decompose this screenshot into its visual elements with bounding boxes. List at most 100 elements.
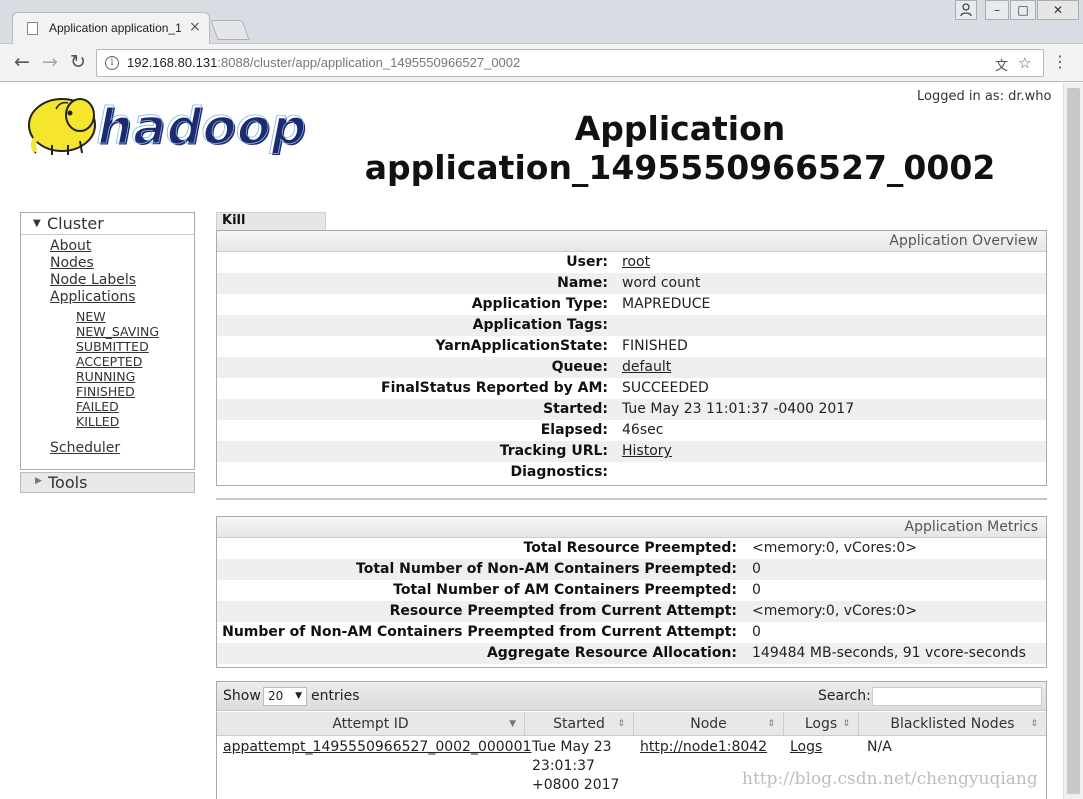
- row-value: MAPREDUCE: [622, 296, 711, 312]
- nav-state-finished[interactable]: FINISHED: [76, 384, 135, 399]
- info-icon[interactable]: i: [105, 56, 119, 70]
- overview-row-diagnostics: Diagnostics:: [217, 462, 1046, 483]
- page-title-line2: application_1495550966527_0002: [364, 148, 996, 187]
- row-key: Tracking URL:: [499, 443, 608, 459]
- row-key: Total Resource Preempted:: [523, 540, 737, 556]
- section-divider: [216, 498, 1047, 500]
- row-key: Aggregate Resource Allocation:: [486, 645, 737, 661]
- table-header: Attempt ID ▼ Started ⇕ Node ⇕ Logs ⇕ Blackli…: [217, 712, 1046, 736]
- history-link[interactable]: History: [622, 441, 672, 462]
- cluster-label: Cluster: [47, 214, 104, 233]
- vertical-scrollbar[interactable]: [1063, 83, 1083, 799]
- row-key: Started:: [543, 401, 608, 417]
- tools-section-header[interactable]: ▶ Tools: [20, 472, 195, 493]
- page-title: Application application_1495550966527_00…: [360, 109, 1000, 187]
- nav-state-new[interactable]: NEW: [76, 309, 106, 324]
- metrics-row: Total Resource Preempted: <memory:0, vCo…: [217, 538, 1046, 559]
- row-key: Application Tags:: [472, 317, 608, 333]
- translate-icon[interactable]: 文: [995, 55, 1008, 74]
- close-window-button[interactable]: ✕: [1037, 0, 1079, 20]
- row-key: Queue:: [551, 359, 608, 375]
- hadoop-logo[interactable]: hadoop hadoop: [22, 89, 322, 161]
- browser-tab-bar: Application application_1495550966527_00…: [0, 0, 1083, 44]
- browser-toolbar: ← → ↻ i 192.168.80.131:8088/cluster/app/…: [0, 44, 1083, 82]
- minimize-button[interactable]: –: [985, 0, 1009, 20]
- page-content: hadoop hadoop Logged in as: dr.who Appli…: [0, 83, 1083, 799]
- queue-link[interactable]: default: [622, 357, 671, 378]
- back-icon[interactable]: ←: [10, 51, 34, 75]
- metrics-row: Resource Preempted from Current Attempt:…: [217, 601, 1046, 622]
- address-bar[interactable]: i 192.168.80.131:8088/cluster/app/applic…: [96, 49, 1044, 77]
- attempt-id-link[interactable]: appattempt_1495550966527_0002_000001: [223, 738, 531, 757]
- page-length-select[interactable]: 20 ▼: [263, 687, 307, 706]
- search-label: Search:: [818, 688, 871, 704]
- overview-row-started: Started: Tue May 23 11:01:37 -0400 2017: [217, 399, 1046, 420]
- tools-label: Tools: [48, 473, 88, 492]
- overview-row-elapsed: Elapsed: 46sec: [217, 420, 1046, 441]
- nav-link-nodes[interactable]: Nodes: [50, 255, 94, 271]
- nav-link-about[interactable]: About: [50, 238, 91, 254]
- column-header-node[interactable]: Node ⇕: [634, 712, 784, 736]
- row-key: YarnApplicationState:: [435, 338, 608, 354]
- cluster-section-header[interactable]: ▼ Cluster: [21, 213, 194, 235]
- row-key: Resource Preempted from Current Attempt:: [389, 603, 737, 619]
- nav-link-applications[interactable]: Applications: [50, 289, 136, 305]
- row-value: FINISHED: [622, 338, 688, 354]
- maximize-button[interactable]: □: [1010, 0, 1036, 20]
- metrics-row: Total Number of AM Containers Preempted:…: [217, 580, 1046, 601]
- column-header-started[interactable]: Started ⇕: [525, 712, 634, 736]
- close-tab-icon[interactable]: ×: [189, 19, 201, 35]
- row-key: FinalStatus Reported by AM:: [381, 380, 608, 396]
- row-key: Elapsed:: [540, 422, 608, 438]
- user-icon[interactable]: [955, 0, 977, 20]
- page-icon: [27, 22, 38, 35]
- column-header-logs[interactable]: Logs ⇕: [784, 712, 859, 736]
- expanded-triangle-icon: ▼: [33, 218, 41, 229]
- nav-state-accepted[interactable]: ACCEPTED: [76, 354, 142, 369]
- tab-title: Application application_1495550966527_00…: [49, 21, 181, 35]
- nav-state-running[interactable]: RUNNING: [76, 369, 135, 384]
- application-overview-panel: Application Overview User: root Name: wo…: [216, 230, 1047, 486]
- row-value: word count: [622, 275, 701, 291]
- nav-state-submitted[interactable]: SUBMITTED: [76, 339, 149, 354]
- overview-row-tags: Application Tags:: [217, 315, 1046, 336]
- overview-heading: Application Overview: [217, 231, 1046, 252]
- reload-icon[interactable]: ↻: [66, 51, 90, 75]
- forward-icon[interactable]: →: [38, 51, 62, 75]
- star-icon[interactable]: ☆: [1018, 54, 1031, 72]
- row-value: 0: [752, 624, 761, 640]
- nav-state-killed[interactable]: KILLED: [76, 414, 119, 429]
- sort-icon: ⇕: [842, 719, 850, 729]
- show-label: Show: [223, 688, 261, 704]
- application-metrics-panel: Application Metrics Total Resource Preem…: [216, 516, 1047, 668]
- row-value: 149484 MB-seconds, 91 vcore-seconds: [752, 645, 1026, 661]
- scrollbar-thumb[interactable]: [1067, 88, 1080, 794]
- sort-icon: ⇕: [767, 719, 775, 729]
- menu-icon[interactable]: ⋮: [1048, 51, 1072, 75]
- search-input[interactable]: [872, 687, 1042, 706]
- collapsed-triangle-icon: ▶: [35, 476, 42, 486]
- new-tab-button[interactable]: [210, 20, 250, 40]
- started-cell: +0800 2017: [532, 777, 620, 793]
- url-text[interactable]: 192.168.80.131:8088/cluster/app/applicat…: [127, 55, 520, 70]
- node-link[interactable]: http://node1:8042: [640, 738, 767, 757]
- logged-in-status: Logged in as: dr.who: [917, 89, 1052, 104]
- logs-link[interactable]: Logs: [790, 738, 822, 757]
- metrics-heading: Application Metrics: [217, 517, 1046, 538]
- nav-link-scheduler[interactable]: Scheduler: [50, 440, 120, 456]
- sort-icon: ⇕: [617, 719, 625, 729]
- nav-link-node-labels[interactable]: Node Labels: [50, 272, 136, 288]
- row-value: <memory:0, vCores:0>: [752, 540, 918, 556]
- row-value: 46sec: [622, 422, 664, 438]
- overview-row-user: User: root: [217, 252, 1046, 273]
- browser-tab[interactable]: Application application_1495550966527_00…: [12, 12, 210, 44]
- column-header-blacklisted-nodes[interactable]: Blacklisted Nodes ⇕: [859, 712, 1046, 736]
- nav-state-new-saving[interactable]: NEW_SAVING: [76, 324, 159, 339]
- kill-application-button[interactable]: Kill Application: [216, 212, 326, 244]
- row-value: SUCCEEDED: [622, 380, 709, 396]
- user-link[interactable]: root: [622, 252, 650, 273]
- nav-state-failed[interactable]: FAILED: [76, 399, 119, 414]
- column-header-attempt-id[interactable]: Attempt ID ▼: [217, 712, 525, 736]
- row-key: Application Type:: [471, 296, 608, 312]
- metrics-row: Number of Non-AM Containers Preempted fr…: [217, 622, 1046, 643]
